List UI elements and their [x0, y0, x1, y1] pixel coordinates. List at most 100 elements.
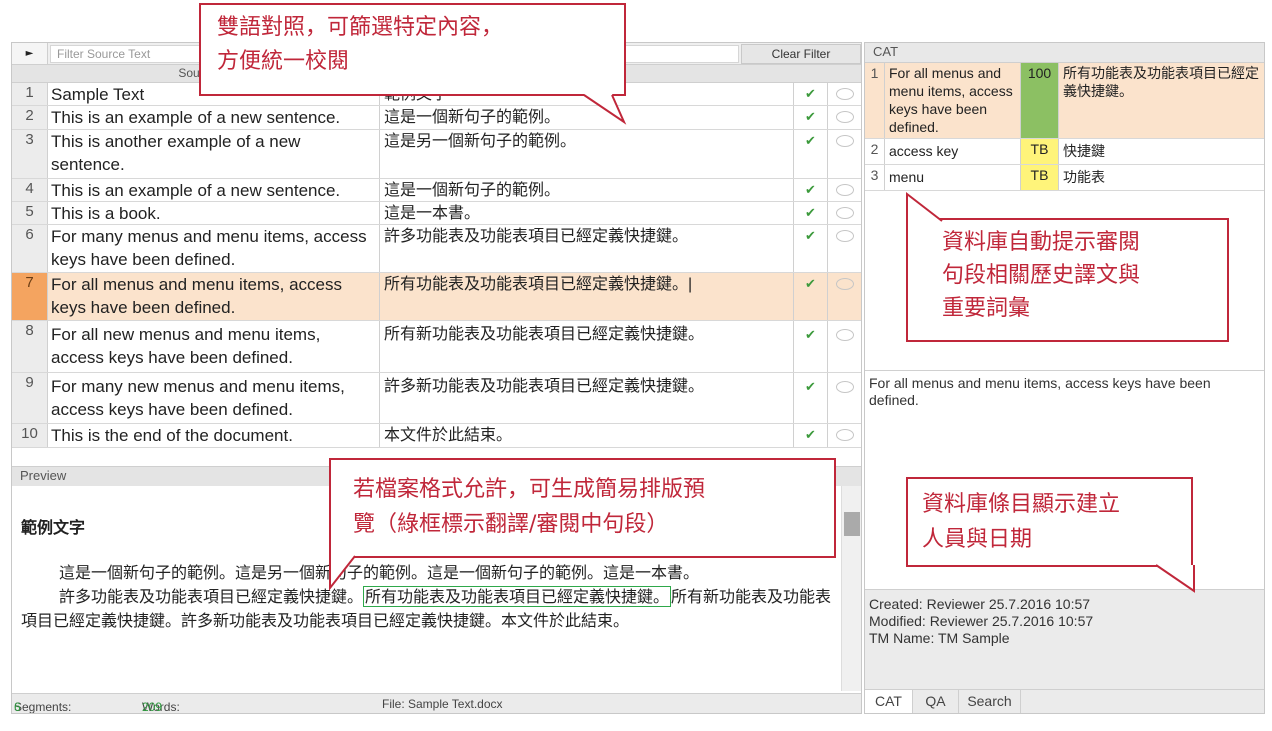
tm-entry-info: Created: Reviewer 25.7.2016 10:57 Modifi…	[865, 589, 1264, 689]
scrollbar-thumb[interactable]	[844, 512, 860, 536]
callout-tail	[1155, 564, 1195, 593]
tab-search[interactable]: Search	[959, 690, 1021, 713]
play-icon[interactable]: ►	[12, 43, 48, 64]
comment-icon[interactable]	[828, 202, 861, 224]
match-score: TB	[1021, 165, 1059, 190]
segment-row[interactable]: 2 This is an example of a new sentence. …	[12, 106, 861, 130]
modified-info: Modified: Reviewer 25.7.2016 10:57	[869, 613, 1094, 629]
segment-target[interactable]: 許多功能表及功能表項目已經定義快捷鍵。	[380, 225, 794, 272]
segment-number: 5	[12, 202, 48, 224]
match-number: 3	[865, 165, 885, 190]
segment-number: 7	[12, 273, 48, 320]
segment-source: For many new menus and menu items, acces…	[48, 373, 380, 423]
preview-scrollbar[interactable]	[841, 486, 861, 691]
match-source-text: For all menus and menu items, access key…	[865, 370, 1264, 413]
match-number: 1	[865, 63, 885, 138]
comment-icon[interactable]	[828, 321, 861, 372]
match-score: 100	[1021, 63, 1059, 138]
segment-row[interactable]: 5 This is a book. 這是一本書。 ✔	[12, 202, 861, 225]
checkmark-icon[interactable]: ✔	[794, 225, 828, 272]
cat-header: CAT	[865, 43, 1264, 63]
comment-icon[interactable]	[828, 179, 861, 201]
preview-paragraph: 許多功能表及功能表項目已經定義快捷鍵。 所有功能表及功能表項目已經定義快捷鍵。 所有…	[21, 586, 831, 630]
segment-number: 1	[12, 83, 48, 105]
match-source: For all menus and menu items, access key…	[885, 63, 1021, 138]
segment-row[interactable]: 3 This is another example of a new sente…	[12, 130, 861, 179]
checkmark-icon[interactable]: ✔	[794, 130, 828, 178]
comment-icon[interactable]	[828, 273, 861, 320]
callout-tail	[329, 555, 356, 591]
segment-number: 3	[12, 130, 48, 178]
segment-target[interactable]: 這是另一個新句子的範例。	[380, 130, 794, 178]
panel-tabs: CAT QA Search	[865, 689, 1264, 713]
match-row[interactable]: 2 access key TB 快捷鍵	[865, 139, 1264, 165]
match-row[interactable]: 3 menu TB 功能表	[865, 165, 1264, 191]
segment-target[interactable]: 這是一個新句子的範例。	[380, 179, 794, 201]
preview-title: 範例文字	[21, 518, 86, 537]
segment-number: 9	[12, 373, 48, 423]
callout-tm-suggestions: 資料庫自動提示審閱 句段相關歷史譯文與 重要詞彙	[906, 191, 1229, 342]
comment-icon[interactable]	[828, 373, 861, 423]
status-bar: Segments: 10/6 Words: 434/209 File: Samp…	[12, 693, 861, 713]
segment-source: For all menus and menu items, access key…	[48, 273, 380, 320]
checkmark-icon[interactable]: ✔	[794, 424, 828, 447]
checkmark-icon[interactable]: ✔	[794, 106, 828, 129]
segment-number: 6	[12, 225, 48, 272]
tab-qa[interactable]: QA	[913, 690, 959, 713]
comment-icon[interactable]	[828, 83, 861, 105]
segment-source: This is another example of a new sentenc…	[48, 130, 380, 178]
segment-source: This is a book.	[48, 202, 380, 224]
preview-text: 許多功能表及功能表項目已經定義快捷鍵。	[59, 587, 364, 606]
segment-target[interactable]: 所有新功能表及功能表項目已經定義快捷鍵。	[380, 321, 794, 372]
segment-row[interactable]: 8 For all new menus and menu items, acce…	[12, 321, 861, 373]
created-info: Created: Reviewer 25.7.2016 10:57	[869, 596, 1091, 612]
match-target: 所有功能表及功能表項目已經定義快捷鍵。	[1059, 63, 1264, 138]
match-number: 2	[865, 139, 885, 164]
segment-number: 2	[12, 106, 48, 129]
callout-tail	[906, 191, 943, 222]
segment-grid: 1 Sample Text 範例文字 ✔ 2 This is an exampl…	[12, 83, 861, 466]
segment-target[interactable]: 本文件於此結束。	[380, 424, 794, 447]
segment-source: This is an example of a new sentence.	[48, 106, 380, 129]
comment-icon[interactable]	[828, 424, 861, 447]
segment-target[interactable]: 所有功能表及功能表項目已經定義快捷鍵。|	[380, 273, 794, 320]
segment-row[interactable]: 10 This is the end of the document. 本文件於…	[12, 424, 861, 448]
segment-number: 10	[12, 424, 48, 447]
match-source: menu	[885, 165, 1021, 190]
tm-name: TM Name: TM Sample	[869, 630, 1010, 646]
segment-number: 8	[12, 321, 48, 372]
comment-icon[interactable]	[828, 130, 861, 178]
checkmark-icon[interactable]: ✔	[794, 83, 828, 105]
segment-target[interactable]: 這是一本書。	[380, 202, 794, 224]
segment-row[interactable]: 4 This is an example of a new sentence. …	[12, 179, 861, 202]
checkmark-icon[interactable]: ✔	[794, 273, 828, 320]
file-name: File: Sample Text.docx	[382, 697, 503, 711]
segment-row[interactable]: 6 For many menus and menu items, access …	[12, 225, 861, 273]
checkmark-icon[interactable]: ✔	[794, 202, 828, 224]
match-target: 快捷鍵	[1063, 143, 1105, 159]
comment-icon[interactable]	[828, 225, 861, 272]
callout-preview: 若檔案格式允許，可生成簡易排版預 覽（綠框標示翻譯/審閱中句段）	[329, 458, 836, 591]
segment-source: For many menus and menu items, access ke…	[48, 225, 380, 272]
checkmark-icon[interactable]: ✔	[794, 373, 828, 423]
comment-icon[interactable]	[828, 106, 861, 129]
segment-row-active[interactable]: 7 For all menus and menu items, access k…	[12, 273, 861, 321]
segment-number: 4	[12, 179, 48, 201]
segment-source: For all new menus and menu items, access…	[48, 321, 380, 372]
segment-source: This is an example of a new sentence.	[48, 179, 380, 201]
tab-cat[interactable]: CAT	[865, 690, 913, 713]
segment-row[interactable]: 9 For many new menus and menu items, acc…	[12, 373, 861, 424]
checkmark-icon[interactable]: ✔	[794, 179, 828, 201]
checkmark-icon[interactable]: ✔	[794, 321, 828, 372]
segment-target[interactable]: 許多新功能表及功能表項目已經定義快捷鍵。	[380, 373, 794, 423]
segment-source: This is the end of the document.	[48, 424, 380, 447]
clear-filter-button[interactable]: Clear Filter	[741, 44, 861, 64]
cat-panel: CAT 1 For all menus and menu items, acce…	[864, 42, 1265, 714]
match-target: 功能表	[1063, 169, 1105, 185]
preview-active-segment[interactable]: 所有功能表及功能表項目已經定義快捷鍵。	[363, 586, 672, 607]
match-row[interactable]: 1 For all menus and menu items, access k…	[865, 63, 1264, 139]
preview-paragraph: 這是一個新句子的範例。這是另一個新句子的範例。這是一個新句子的範例。這是一本書。	[59, 563, 700, 582]
match-score: TB	[1021, 139, 1059, 164]
callout-bilingual-filter: 雙語對照，可篩選特定內容， 方便統一校閱	[199, 3, 627, 125]
match-source: access key	[885, 139, 1021, 164]
